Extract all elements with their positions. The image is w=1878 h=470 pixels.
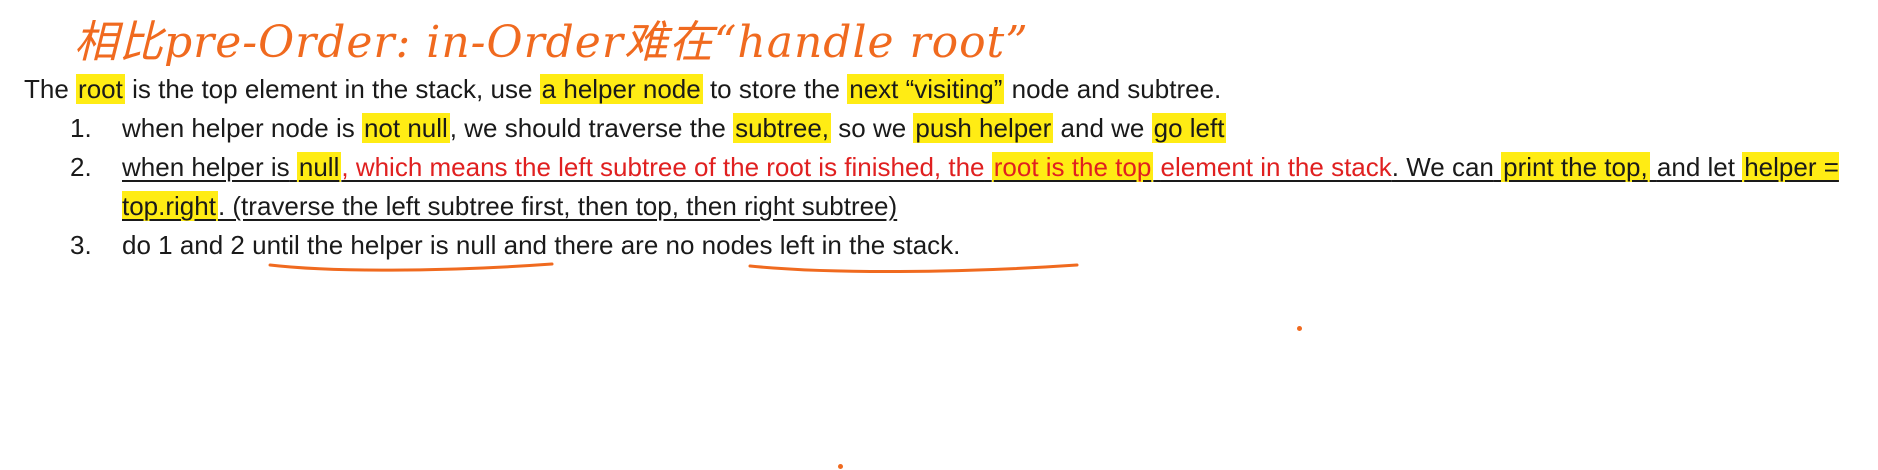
underline-stroke-until-null [268, 262, 554, 272]
ink-dot [1297, 326, 1302, 331]
underline-stroke-no-nodes [748, 263, 1079, 274]
note-canvas: 相比pre-Order: in-Order难在“handle root” The… [0, 0, 1878, 470]
ink-dot [838, 464, 843, 469]
handwritten-annotations [268, 262, 1079, 274]
